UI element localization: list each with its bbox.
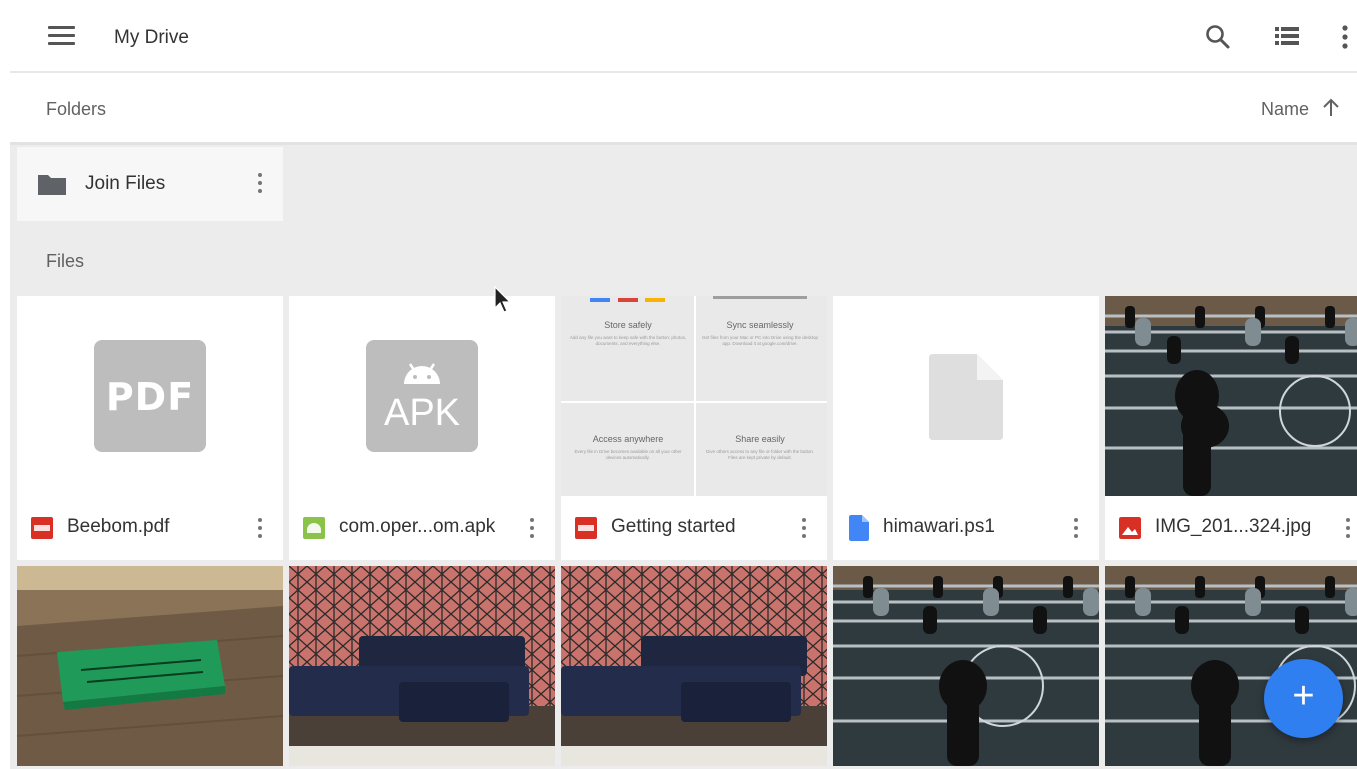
file-more-icon[interactable]: [1073, 516, 1079, 540]
preview-text: Add any file you want to keep safe with …: [569, 335, 687, 346]
file-thumbnail: APK: [289, 296, 555, 496]
foosball-photo: [1105, 296, 1357, 496]
pdf-icon: [31, 517, 53, 539]
arrow-up-icon[interactable]: [1319, 96, 1343, 120]
preview-title: Store safely: [604, 320, 652, 330]
file-more-icon[interactable]: [257, 516, 263, 540]
apk-thumb-label: APK: [383, 392, 461, 434]
photo-card-foosball-1[interactable]: [833, 566, 1099, 766]
file-card-apk[interactable]: APK com.oper...om.apk: [289, 296, 555, 560]
getting-started-preview: Store safely Add any file you want to ke…: [561, 296, 827, 496]
preview-text: Get files from your Mac or PC into Drive…: [701, 335, 819, 346]
file-footer: Beebom.pdf: [17, 496, 283, 560]
pdf-thumb-label: PDF: [105, 375, 195, 419]
search-icon[interactable]: [1203, 22, 1233, 52]
file-card-image[interactable]: IMG_201...324.jpg: [1105, 296, 1357, 560]
preview-text: Give others access to any file or folder…: [705, 449, 815, 460]
android-thumb-icon: APK: [366, 340, 478, 452]
folder-icon: [38, 175, 66, 195]
file-name: himawari.ps1: [883, 516, 995, 537]
file-thumbnail: PDF: [17, 296, 283, 496]
android-icon: [303, 517, 325, 539]
file-more-icon[interactable]: [529, 516, 535, 540]
file-name: com.oper...om.apk: [339, 516, 496, 537]
list-view-icon[interactable]: [1273, 22, 1303, 52]
file-footer: Getting started: [561, 496, 827, 560]
file-name: IMG_201...324.jpg: [1155, 516, 1312, 537]
lounge-sofa-photo: [561, 566, 827, 766]
file-card-getting-started[interactable]: Store safely Add any file you want to ke…: [561, 296, 827, 560]
file-name: Getting started: [611, 516, 736, 537]
image-icon: [1119, 517, 1141, 539]
file-footer: com.oper...om.apk: [289, 496, 555, 560]
file-more-icon[interactable]: [1345, 516, 1351, 540]
photo-card-green-block[interactable]: [17, 566, 283, 766]
preview-text: Every file in Drive becomes available on…: [574, 449, 682, 460]
preview-title: Share easily: [735, 434, 785, 444]
new-button[interactable]: +: [1264, 659, 1343, 738]
mouse-cursor-icon: [494, 286, 512, 313]
pdf-thumb-icon: PDF: [94, 340, 206, 452]
doc-icon: [849, 515, 869, 541]
sort-name-button[interactable]: Name: [1261, 99, 1309, 120]
top-app-bar: My Drive: [0, 0, 1357, 73]
drive-app: My Drive Folders Name Join Files Files P…: [0, 0, 1357, 769]
photo-card-lounge-2[interactable]: [561, 566, 827, 766]
lounge-sofa-photo: [289, 566, 555, 766]
android-robot-icon: [404, 363, 440, 384]
sort-bar: [10, 73, 1357, 143]
file-name: Beebom.pdf: [67, 516, 170, 537]
file-more-icon[interactable]: [801, 516, 807, 540]
plus-icon: +: [1292, 675, 1315, 717]
folder-card[interactable]: Join Files: [17, 147, 283, 221]
file-footer: IMG_201...324.jpg: [1105, 496, 1357, 560]
files-section-label: Files: [46, 251, 85, 271]
photo-card-lounge-1[interactable]: [289, 566, 555, 766]
file-card-pdf[interactable]: PDF Beebom.pdf: [17, 296, 283, 560]
generic-file-icon: [929, 354, 1003, 440]
file-footer: himawari.ps1: [833, 496, 1099, 560]
pdf-icon: [575, 517, 597, 539]
folders-section-label: Folders: [46, 99, 107, 119]
file-thumbnail: [833, 296, 1099, 496]
menu-icon[interactable]: [48, 26, 76, 46]
file-card-himawari[interactable]: himawari.ps1: [833, 296, 1099, 560]
green-block-photo: [17, 566, 283, 766]
more-vert-icon[interactable]: [1330, 22, 1357, 52]
folder-name: Join Files: [85, 173, 166, 194]
folder-more-icon[interactable]: [257, 171, 263, 195]
preview-title: Access anywhere: [592, 434, 664, 444]
foosball-photo: [833, 566, 1099, 766]
preview-title: Sync seamlessly: [726, 320, 794, 330]
app-title: My Drive: [114, 27, 189, 48]
